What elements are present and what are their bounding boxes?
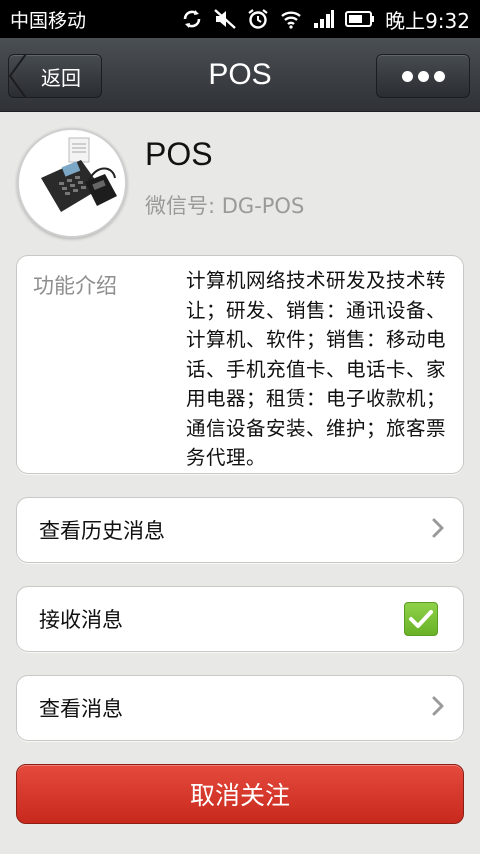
more-dots-icon [401, 70, 413, 82]
profile-name: POS [145, 136, 213, 172]
status-right: 晚上9:32 [181, 5, 470, 34]
title-bar: 返回 POS [0, 38, 480, 112]
carrier-label: 中国移动 [10, 9, 87, 32]
view-messages-row[interactable]: 查看消息 [16, 675, 464, 741]
avatar[interactable] [17, 128, 127, 238]
pos-terminal-avatar [19, 130, 125, 236]
checkmark-icon [409, 610, 433, 628]
chevron-right-icon [431, 517, 445, 543]
mute-icon [213, 7, 237, 31]
back-button[interactable]: 返回 [8, 54, 102, 98]
view-history-label: 查看历史消息 [39, 519, 165, 543]
receive-messages-checkbox[interactable] [404, 602, 438, 636]
unfollow-button[interactable]: 取消关注 [16, 764, 464, 824]
view-messages-label: 查看消息 [39, 697, 123, 721]
wifi-icon [279, 7, 303, 31]
battery-icon [345, 7, 375, 31]
sync-icon [181, 7, 203, 31]
receive-messages-row[interactable]: 接收消息 [16, 586, 464, 652]
intro-label: 功能介绍 [33, 274, 117, 298]
intro-card: 功能介绍 计算机网络技术研发及技术转让；研发、销售：通讯设备、计算机、软件；销售… [16, 255, 464, 474]
more-dots-icon [433, 70, 445, 82]
wechat-id: 微信号: DG-POS [145, 194, 305, 218]
receive-messages-label: 接收消息 [39, 608, 123, 632]
clock: 晚上9:32 [385, 8, 470, 33]
intro-text: 计算机网络技术研发及技术转让；研发、销售：通讯设备、计算机、软件；销售：移动电话… [186, 269, 447, 469]
view-history-row[interactable]: 查看历史消息 [16, 497, 464, 563]
chevron-right-icon [431, 695, 445, 721]
alarm-icon [247, 7, 269, 31]
more-dots-icon [417, 70, 429, 82]
more-button[interactable] [376, 54, 470, 98]
back-button-label: 返回 [41, 65, 81, 90]
page-title: POS [208, 58, 272, 91]
signal-icon [313, 7, 335, 31]
status-bar: 中国移动 晚上9:32 [0, 0, 480, 38]
status-left: 中国移动 [10, 6, 86, 33]
